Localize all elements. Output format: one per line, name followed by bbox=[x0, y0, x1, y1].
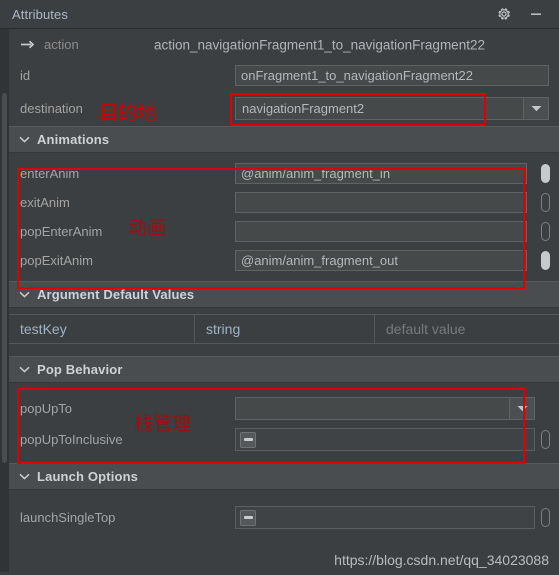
popUpTo-value bbox=[236, 398, 509, 419]
popUpToInclusive-label: popUpToInclusive bbox=[20, 432, 123, 447]
launchSingleTop-checkbox[interactable] bbox=[240, 509, 256, 526]
enterAnim-value: @anim/anim_fragment_in bbox=[241, 166, 391, 181]
argument-value-cell[interactable]: default value bbox=[375, 315, 559, 343]
chevron-down-icon[interactable] bbox=[19, 366, 30, 373]
destination-combobox[interactable]: navigationFragment2 bbox=[235, 97, 549, 120]
annotation-label-animations: 动画 bbox=[128, 217, 167, 239]
table-row[interactable]: testKey string default value bbox=[9, 314, 559, 344]
popUpToInclusive-field[interactable] bbox=[235, 428, 535, 451]
exitAnim-input[interactable] bbox=[235, 192, 527, 213]
chevron-down-icon[interactable] bbox=[509, 398, 534, 419]
vertical-scrollbar-track[interactable] bbox=[0, 29, 9, 575]
chevron-down-icon[interactable] bbox=[19, 291, 30, 298]
popUpTo-label: popUpTo bbox=[20, 401, 73, 416]
chevron-down-icon[interactable] bbox=[19, 473, 30, 480]
popEnterAnim-indicator[interactable] bbox=[541, 222, 550, 241]
chevron-down-icon[interactable] bbox=[19, 136, 30, 143]
launchSingleTop-label: launchSingleTop bbox=[20, 510, 116, 525]
field-row-popUpTo: popUpTo bbox=[9, 393, 559, 424]
action-value: action_navigationFragment1_to_navigation… bbox=[154, 37, 485, 52]
destination-value: navigationFragment2 bbox=[242, 101, 365, 116]
section-title-launch-options: Launch Options bbox=[37, 469, 139, 484]
annotation-label-destination: 目的地 bbox=[99, 102, 157, 124]
watermark-url: https://blog.csdn.net/qq_34023088 bbox=[334, 552, 549, 568]
indeterminate-dash-icon bbox=[243, 438, 253, 441]
argument-type-cell[interactable]: string bbox=[195, 315, 375, 343]
exitAnim-label: exitAnim bbox=[20, 195, 70, 210]
popUpToInclusive-indicator[interactable] bbox=[541, 430, 550, 449]
argument-name-cell[interactable]: testKey bbox=[9, 315, 195, 343]
action-label: action bbox=[44, 37, 79, 52]
section-header-pop-behavior[interactable]: Pop Behavior bbox=[9, 356, 559, 383]
annotation-label-pop-behavior: 栈管理 bbox=[134, 413, 192, 435]
popEnterAnim-input[interactable] bbox=[235, 221, 527, 242]
field-row-exitAnim: exitAnim bbox=[9, 188, 559, 217]
popExitAnim-indicator[interactable] bbox=[541, 251, 550, 270]
enterAnim-indicator[interactable] bbox=[541, 164, 550, 183]
id-label: id bbox=[20, 68, 31, 83]
vertical-scrollbar-thumb[interactable] bbox=[2, 93, 7, 463]
field-row-popEnterAnim: popEnterAnim bbox=[9, 217, 559, 246]
section-header-argument-defaults[interactable]: Argument Default Values bbox=[9, 281, 559, 308]
enterAnim-input[interactable]: @anim/anim_fragment_in bbox=[235, 163, 527, 184]
action-header-row: action action_navigationFragment1_to_nav… bbox=[9, 29, 559, 60]
section-title-argument-defaults: Argument Default Values bbox=[37, 287, 195, 302]
chevron-down-icon[interactable] bbox=[523, 98, 548, 119]
arrow-right-icon bbox=[20, 38, 35, 51]
field-row-destination: destination navigationFragment2 bbox=[9, 91, 559, 126]
section-title-pop-behavior: Pop Behavior bbox=[37, 362, 123, 377]
field-row-popUpToInclusive: popUpToInclusive bbox=[9, 424, 559, 455]
popEnterAnim-label: popEnterAnim bbox=[20, 224, 103, 239]
attributes-content: action action_navigationFragment1_to_nav… bbox=[9, 29, 559, 575]
section-header-launch-options[interactable]: Launch Options bbox=[9, 463, 559, 490]
field-row-enterAnim: enterAnim @anim/anim_fragment_in bbox=[9, 159, 559, 188]
titlebar-tools bbox=[495, 5, 545, 23]
popUpTo-combobox[interactable] bbox=[235, 397, 535, 420]
minimize-icon[interactable] bbox=[527, 5, 545, 23]
panel-title: Attributes bbox=[12, 6, 68, 22]
section-title-animations: Animations bbox=[37, 132, 110, 147]
id-input[interactable]: onFragment1_to_navigationFragment22 bbox=[235, 65, 549, 86]
popExitAnim-input[interactable]: @anim/anim_fragment_out bbox=[235, 250, 527, 271]
exitAnim-indicator[interactable] bbox=[541, 193, 550, 212]
id-input-value: onFragment1_to_navigationFragment22 bbox=[241, 68, 473, 83]
field-row-popExitAnim: popExitAnim @anim/anim_fragment_out bbox=[9, 246, 559, 275]
launchSingleTop-indicator[interactable] bbox=[541, 508, 550, 527]
enterAnim-label: enterAnim bbox=[20, 166, 80, 181]
popExitAnim-label: popExitAnim bbox=[20, 253, 93, 268]
popExitAnim-value: @anim/anim_fragment_out bbox=[241, 253, 398, 268]
gear-icon[interactable] bbox=[495, 5, 513, 23]
launchSingleTop-field[interactable] bbox=[235, 506, 535, 529]
popUpToInclusive-checkbox[interactable] bbox=[240, 431, 256, 448]
section-header-animations[interactable]: Animations bbox=[9, 126, 559, 153]
indeterminate-dash-icon bbox=[243, 516, 253, 519]
field-row-launchSingleTop: launchSingleTop bbox=[9, 502, 559, 533]
attributes-panel: Attributes action action_navigationFragm… bbox=[0, 0, 559, 575]
panel-titlebar: Attributes bbox=[0, 0, 559, 29]
field-row-id: id onFragment1_to_navigationFragment22 bbox=[9, 60, 559, 91]
